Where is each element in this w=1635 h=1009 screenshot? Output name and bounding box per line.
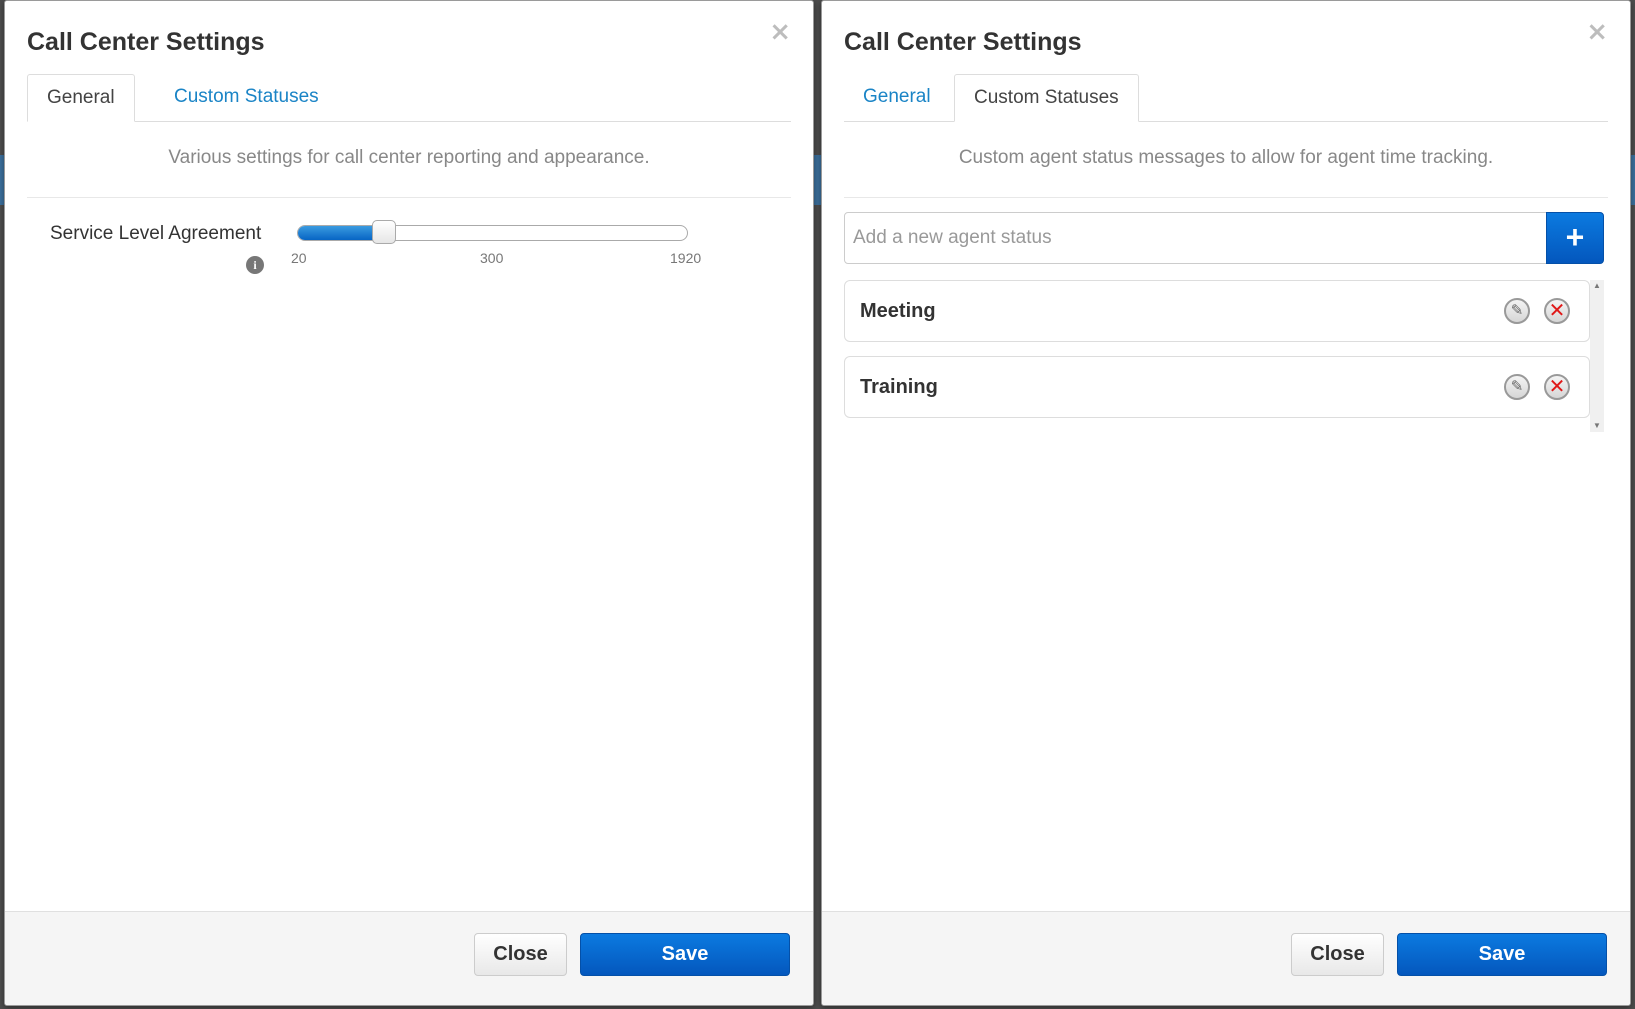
tab-custom-statuses[interactable]: Custom Statuses: [155, 74, 338, 121]
status-list: Meeting ✎ ✕ Training ✎ ✕ ▲ ▼: [844, 280, 1604, 432]
dialog-footer: Close Save: [5, 911, 813, 1005]
tab-bar: General Custom Statuses: [844, 74, 1608, 122]
list-item: Meeting ✎ ✕: [844, 280, 1590, 342]
tab-bar: General Custom Statuses: [27, 74, 791, 122]
close-button[interactable]: Close: [1291, 933, 1384, 976]
scroll-down-icon[interactable]: ▼: [1590, 420, 1604, 432]
divider: [844, 197, 1608, 198]
slider-tick-max: 1920: [670, 250, 702, 266]
delete-icon[interactable]: ✕: [1544, 374, 1570, 400]
settings-dialog-general: × Call Center Settings General Custom St…: [4, 0, 814, 1006]
tab-custom-statuses[interactable]: Custom Statuses: [954, 74, 1139, 122]
slider-handle[interactable]: [372, 220, 396, 244]
close-button[interactable]: Close: [474, 933, 567, 976]
status-name: Training: [860, 376, 938, 398]
dialog-title: Call Center Settings: [27, 28, 265, 56]
status-name: Meeting: [860, 300, 936, 322]
tab-general[interactable]: General: [27, 74, 135, 122]
divider: [27, 197, 791, 198]
save-button[interactable]: Save: [1397, 933, 1607, 976]
dialog-footer: Close Save: [822, 911, 1630, 1005]
sla-slider[interactable]: [297, 220, 688, 244]
close-icon[interactable]: ×: [1586, 19, 1608, 45]
info-icon[interactable]: i: [246, 256, 264, 274]
save-button[interactable]: Save: [580, 933, 790, 976]
tab-general[interactable]: General: [844, 74, 950, 121]
dialog-description: Various settings for call center reporti…: [168, 147, 650, 168]
dialog-description: Custom agent status messages to allow fo…: [958, 147, 1494, 168]
delete-icon[interactable]: ✕: [1544, 298, 1570, 324]
list-item: Training ✎ ✕: [844, 356, 1590, 418]
slider-tick-min: 20: [291, 250, 307, 266]
list-scrollbar[interactable]: ▲ ▼: [1590, 280, 1604, 432]
edit-icon[interactable]: ✎: [1504, 298, 1530, 324]
settings-dialog-custom-statuses: × Call Center Settings General Custom St…: [821, 0, 1631, 1006]
new-status-input[interactable]: [844, 212, 1547, 264]
close-icon[interactable]: ×: [769, 19, 791, 45]
sla-label: Service Level Agreement: [50, 223, 262, 244]
scroll-up-icon[interactable]: ▲: [1590, 280, 1604, 292]
add-status-button[interactable]: +: [1546, 212, 1604, 264]
edit-icon[interactable]: ✎: [1504, 374, 1530, 400]
dialog-title: Call Center Settings: [844, 28, 1082, 56]
slider-tick-mid: 300: [480, 250, 504, 266]
